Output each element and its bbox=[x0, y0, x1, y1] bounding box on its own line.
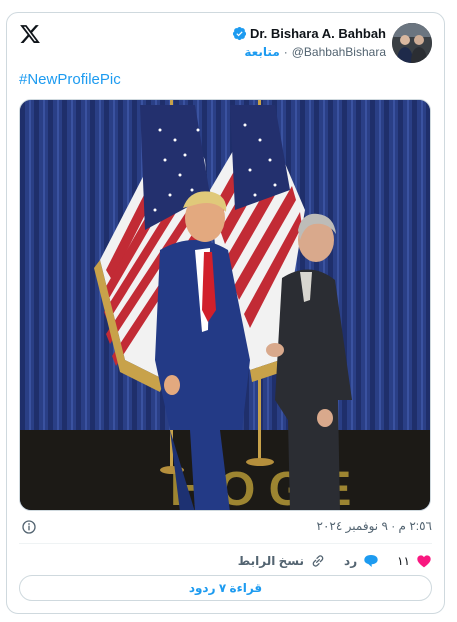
tweet-photo[interactable]: H O G E bbox=[19, 99, 431, 511]
separator-dot: · bbox=[283, 45, 288, 59]
reply-button[interactable]: رد bbox=[344, 553, 379, 569]
author-name[interactable]: Dr. Bishara A. Bahbah bbox=[250, 26, 386, 41]
read-replies-button[interactable]: قراءة ٧ ردود bbox=[19, 575, 432, 601]
copy-link-label: نسخ الرابط bbox=[237, 554, 305, 568]
hashtag-link[interactable]: #NewProfilePic bbox=[19, 71, 121, 88]
author-avatar[interactable] bbox=[392, 23, 432, 63]
divider bbox=[19, 543, 432, 544]
info-icon[interactable] bbox=[21, 519, 37, 535]
like-button[interactable]: ١١ bbox=[397, 553, 432, 569]
action-bar: ١١ رد نسخ الرابط bbox=[238, 551, 432, 571]
follow-link[interactable]: متابعة bbox=[244, 45, 279, 59]
embedded-tweet-card: Dr. Bishara A. Bahbah متابعة · @BahbahBi… bbox=[6, 12, 445, 614]
copy-link-button[interactable]: نسخ الرابط bbox=[238, 553, 326, 569]
like-count: ١١ bbox=[397, 554, 410, 568]
x-logo-icon[interactable] bbox=[19, 23, 41, 45]
reply-bubble-icon bbox=[364, 555, 378, 567]
reply-label: رد bbox=[344, 554, 358, 568]
verified-badge-icon bbox=[232, 26, 246, 41]
heart-icon bbox=[417, 555, 431, 568]
author-handle[interactable]: @BahbahBishara bbox=[292, 45, 386, 59]
tweet-timestamp[interactable]: ٢:٥٦ م · ٩ نوفمبر ٢٠٢٤ bbox=[317, 519, 432, 533]
photo-image: H O G E bbox=[20, 100, 430, 510]
link-icon bbox=[312, 555, 324, 567]
author-sub-row: متابعة · @BahbahBishara bbox=[244, 45, 386, 59]
author-name-row[interactable]: Dr. Bishara A. Bahbah bbox=[232, 26, 386, 41]
